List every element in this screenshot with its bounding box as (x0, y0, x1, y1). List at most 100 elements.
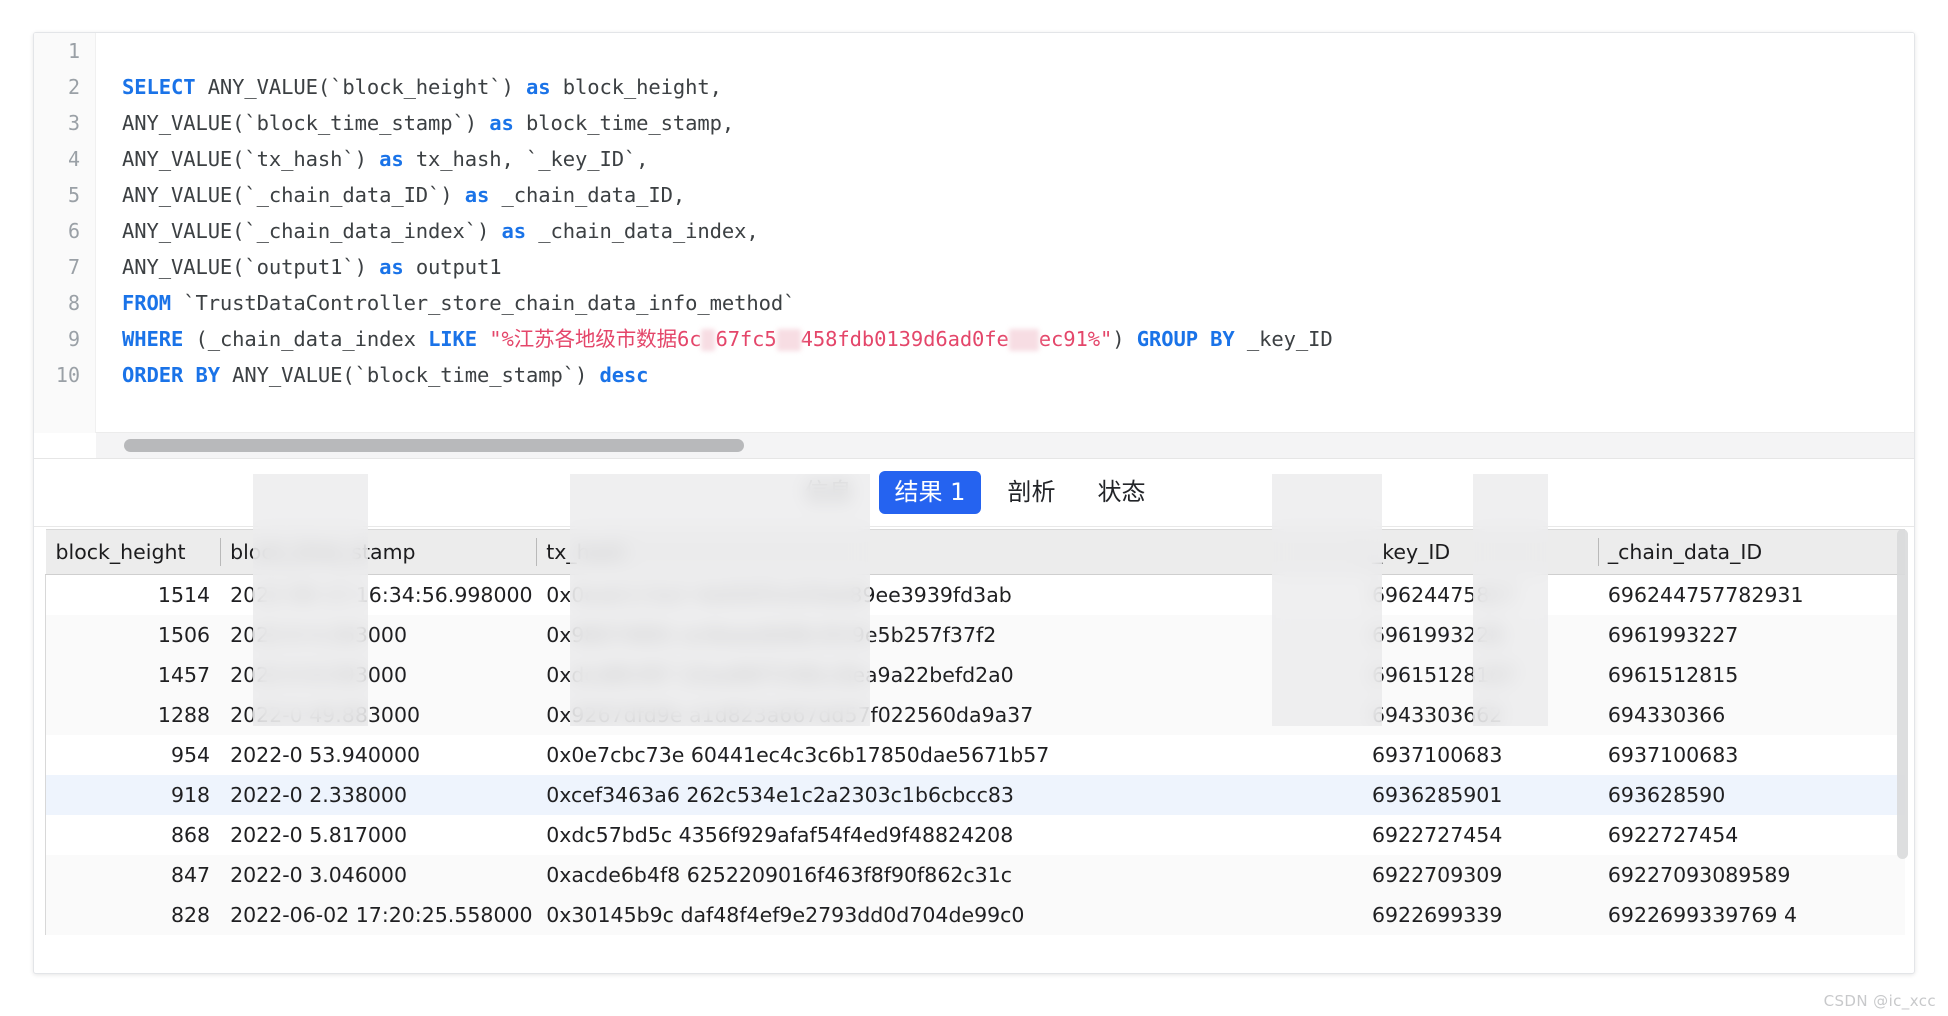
app-root: SELECT ANY_VALUE(`block_height`) as bloc… (0, 0, 1948, 1016)
cell-_key_ID[interactable]: 6937100683 (1362, 735, 1598, 775)
code-token: ANY_VALUE(`block_height`) (195, 75, 526, 99)
cell-block_height[interactable]: 828 (45, 894, 221, 935)
cell-_chain_data_ID[interactable]: 6922699339769 4 (1598, 895, 1905, 935)
cell-_key_ID[interactable]: 69624475817 (1362, 575, 1598, 615)
cell-block_time_stamp[interactable]: 2022-06-02 17:20:25.558000 (220, 895, 536, 935)
cell-_chain_data_ID[interactable]: 694330366 (1598, 695, 1905, 735)
code-token: ANY_VALUE(`_chain_data_ID`) (122, 183, 465, 207)
cell-block_height[interactable]: 1457 (45, 654, 221, 695)
cell-_chain_data_ID[interactable]: 693628590 (1598, 775, 1905, 815)
code-line[interactable]: FROM `TrustDataController_store_chain_da… (96, 285, 1914, 321)
cell-block_height[interactable]: 1288 (45, 694, 221, 735)
cell-_key_ID[interactable]: 6936285901 (1362, 775, 1598, 815)
result-scrollbar-thumb[interactable] (1897, 529, 1908, 859)
table-row[interactable]: 828 2022-06-02 17:20:25.558000 0x30145b9c … (45, 894, 1905, 935)
code-line[interactable]: ANY_VALUE(`block_time_stamp`) as block_t… (96, 105, 1914, 141)
cell-block_height[interactable]: 868 (45, 814, 221, 855)
cell-block_height[interactable]: 954 (45, 734, 221, 775)
cell-block_time_stamp[interactable]: 2022-0 5.817000 (220, 815, 536, 855)
column-header-tx_hash[interactable]: tx_hash (536, 529, 1362, 575)
editor-horizontal-scrollbar[interactable] (96, 432, 1914, 458)
cell-_key_ID[interactable]: 6943303662 (1362, 695, 1598, 735)
tab-1[interactable]: 结果 1 (878, 471, 982, 514)
cell-_chain_data_ID[interactable]: 6922727454 (1598, 815, 1905, 855)
tab-0[interactable]: 信息 (789, 471, 869, 513)
editor-scrollbar-thumb[interactable] (124, 439, 744, 452)
code-token: ) (1112, 327, 1137, 351)
code-line[interactable]: ANY_VALUE(`_chain_data_ID`) as _chain_da… (96, 177, 1914, 213)
tab-3[interactable]: 状态 (1081, 471, 1161, 513)
table-row[interactable]: 954 2022-0 53.940000 0x0e7cbc73e 60441ec4c… (45, 734, 1905, 775)
code-token: output1 (403, 255, 502, 279)
column-header-block_time_stamp[interactable]: block_time_stamp (220, 529, 537, 575)
cell-_key_ID[interactable]: 6922709309 (1362, 855, 1598, 895)
code-token: as (501, 219, 527, 243)
cell-_chain_data_ID[interactable]: 6961512815 (1598, 655, 1905, 695)
cell-block_height[interactable]: 1506 (45, 614, 221, 655)
cell-_key_ID[interactable]: 6922727454 (1362, 815, 1598, 855)
table-row[interactable]: 1288 2022-0 49.883000 0x9267dfd9e a1d823a6… (45, 694, 1905, 735)
code-line[interactable]: SELECT ANY_VALUE(`block_height`) as bloc… (96, 69, 1914, 105)
code-line[interactable]: ANY_VALUE(`_chain_data_index`) as _chain… (96, 213, 1914, 249)
code-line[interactable]: ORDER BY ANY_VALUE(`block_time_stamp`) d… (96, 357, 1914, 393)
cell-_key_ID[interactable]: 6922699339 (1362, 895, 1598, 935)
table-row[interactable]: 918 2022-0 2.338000 0xcef3463a6 262c534e1c… (45, 774, 1905, 815)
cell-tx_hash[interactable]: 0x0e7cbc73e 60441ec4c3c6b17850dae5671b57 (536, 735, 1362, 775)
code-line[interactable] (96, 33, 1914, 69)
cell-_key_ID[interactable]: 69615128167 (1362, 655, 1598, 695)
result-vertical-scrollbar[interactable] (1896, 529, 1908, 949)
cell-tx_hash[interactable]: 0xdcd8fcf87 22ea96f7248cc8ea9a22befd2a0 (536, 655, 1362, 695)
cell-tx_hash[interactable]: 0x0eab113a3 4dd50f3c63fab89ee3939fd3ab (536, 575, 1362, 615)
cell-tx_hash[interactable]: 0xdc57bd5c 4356f929afaf54f4ed9f48824208 (536, 815, 1362, 855)
cell-block_height[interactable]: 1514 (45, 574, 221, 615)
cell-block_time_stamp[interactable]: 2022-0 4.263000 (220, 615, 536, 655)
code-token: "%江苏各地级市数据6c (489, 327, 702, 351)
code-token: ec91%" (1038, 327, 1113, 351)
result-table-container[interactable]: block_height block_time_stamp tx_hash _key_… (45, 529, 1905, 959)
table-row[interactable]: 847 2022-0 3.046000 0xacde6b4f8 6252209016… (45, 854, 1905, 895)
cell-_chain_data_ID[interactable]: 696244757782931 (1598, 575, 1905, 615)
cell-_key_ID[interactable]: 6961993228 (1362, 615, 1598, 655)
code-token: ANY_VALUE(`block_time_stamp`) (219, 363, 600, 387)
code-line[interactable]: ANY_VALUE(`output1`) as output1 (96, 249, 1914, 285)
cell-block_time_stamp[interactable]: 2022-0 8.593000 (220, 655, 536, 695)
sql-editor-content[interactable]: SELECT ANY_VALUE(`block_height`) as bloc… (34, 33, 1914, 433)
cell-_chain_data_ID[interactable]: 6961993227 (1598, 615, 1905, 655)
code-line[interactable]: ANY_VALUE(`tx_hash`) as tx_hash, `_key_I… (96, 141, 1914, 177)
table-row[interactable]: 1506 2022-0 4.263000 0x98074891 ec9eaedb96… (45, 614, 1905, 655)
code-token: (_chain_data_index (183, 327, 429, 351)
cell-tx_hash[interactable]: 0x30145b9c daf48f4ef9e2793dd0d704de99c0 (536, 895, 1362, 935)
cell-tx_hash[interactable]: 0xacde6b4f8 6252209016f463f8f90f862c31c (536, 855, 1362, 895)
cell-_chain_data_ID[interactable]: 6937100683 (1598, 735, 1905, 775)
line-number: 8 (67, 291, 80, 315)
table-row[interactable]: 1457 2022-0 8.593000 0xdcd8fcf87 22ea96f72… (45, 654, 1905, 695)
cell-tx_hash[interactable]: 0xcef3463a6 262c534e1c2a2303c1b6cbcc83 (536, 775, 1362, 815)
sql-editor[interactable]: SELECT ANY_VALUE(`block_height`) as bloc… (34, 33, 1914, 459)
result-table-head: block_height block_time_stamp tx_hash _key_… (45, 529, 1905, 575)
code-token: ANY_VALUE(`output1`) (122, 255, 380, 279)
column-header-_key_ID[interactable]: _key_ID (1361, 529, 1598, 575)
cell-tx_hash[interactable]: 0x9267dfd9e a1d823a667dd57f022560da9a37 (536, 695, 1362, 735)
code-token: FROM (122, 291, 171, 315)
code-token: block_time_stamp, (513, 111, 735, 135)
code-token: ANY_VALUE(`block_time_stamp`) (122, 111, 490, 135)
cell-tx_hash[interactable]: 0x98074891 ec9eaedb96c5fc9e5b257f37f2 (536, 615, 1362, 655)
cell-block_time_stamp[interactable]: 2022-0 2.338000 (220, 775, 536, 815)
column-header-_chain_data_ID[interactable]: _chain_data_ID (1597, 529, 1905, 575)
csdn-watermark: CSDN @ic_xcc (1823, 992, 1936, 1010)
cell-block_time_stamp[interactable]: 2022-06-13 16:34:56.998000 (220, 575, 536, 615)
cell-_chain_data_ID[interactable]: 69227093089589 (1598, 855, 1905, 895)
code-line[interactable]: WHERE (_chain_data_index LIKE "%江苏各地级市数据… (96, 321, 1914, 357)
cell-block_time_stamp[interactable]: 2022-0 3.046000 (220, 855, 536, 895)
cell-block_time_stamp[interactable]: 2022-0 53.940000 (220, 735, 536, 775)
cell-block_time_stamp[interactable]: 2022-0 49.883000 (220, 695, 536, 735)
tab-2[interactable]: 剖析 (991, 471, 1071, 513)
code-token: 458fdb0139d6ad0fe (800, 327, 1009, 351)
cell-block_height[interactable]: 918 (45, 774, 221, 815)
table-row[interactable]: 868 2022-0 5.817000 0xdc57bd5c 4356f929afa… (45, 814, 1905, 855)
table-row[interactable]: 1514 2022-06-13 16:34:56.998000 0x0eab113a… (45, 574, 1905, 615)
column-header-block_height[interactable]: block_height (45, 529, 221, 575)
cell-block_height[interactable]: 847 (45, 854, 221, 895)
sql-code-area[interactable]: SELECT ANY_VALUE(`block_height`) as bloc… (96, 33, 1914, 433)
redacted-text (701, 329, 716, 351)
